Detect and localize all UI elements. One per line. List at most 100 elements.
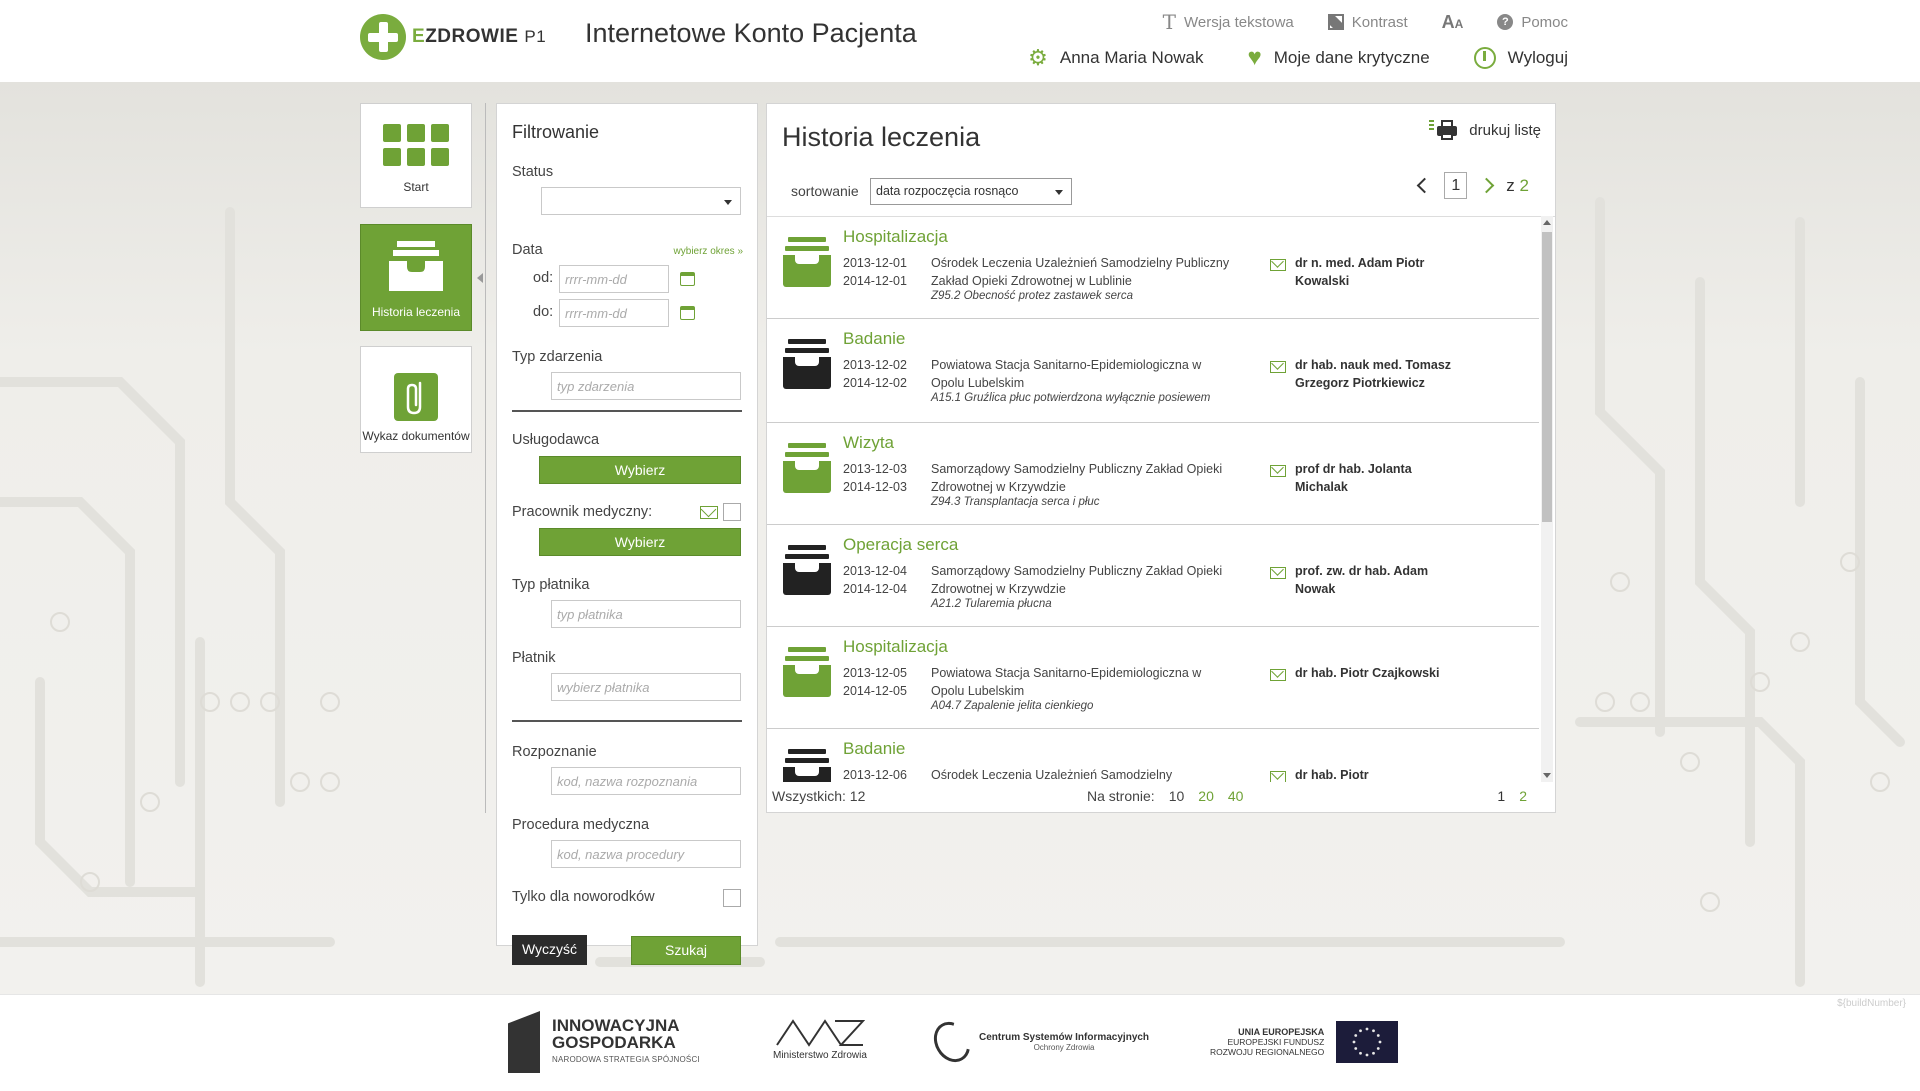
- previous-page-icon[interactable]: [1417, 177, 1433, 194]
- print-list-button[interactable]: drukuj listę: [1429, 120, 1541, 140]
- inbox-tray-icon: [783, 749, 831, 782]
- history-item[interactable]: Operacja serca 2013-12-04 2014-12-04 Samorz…: [767, 525, 1539, 627]
- event-type-link[interactable]: Badanie: [843, 739, 905, 759]
- payer-input[interactable]: wybierz płatnika: [551, 673, 741, 701]
- nav-tile-documents[interactable]: Wykaz dokumentów: [360, 346, 472, 453]
- payer-label: Płatnik: [512, 650, 556, 666]
- choose-provider-button[interactable]: Wybierz: [539, 456, 741, 484]
- nav-tile-history-label: Historia leczenia: [371, 305, 461, 319]
- swirl-icon: [926, 1015, 978, 1069]
- logout-link[interactable]: Wyloguj: [1473, 46, 1568, 70]
- nav-tile-history[interactable]: Historia leczenia: [360, 224, 472, 331]
- per-page-option-40[interactable]: 40: [1228, 788, 1244, 804]
- diagnosis-text: Z95.2 Obecność protez zastawek serca: [931, 290, 1133, 302]
- critical-data-link[interactable]: ♥ Moje dane krytyczne: [1248, 46, 1430, 70]
- event-end-date: 2014-12-01: [843, 274, 907, 288]
- search-button[interactable]: Szukaj: [631, 936, 741, 965]
- history-list-items: Hospitalizacja 2013-12-01 2014-12-01 Ośrode…: [767, 217, 1539, 782]
- event-start-date: 2013-12-06: [843, 768, 907, 782]
- event-dates: 2013-12-05 2014-12-05: [843, 664, 907, 700]
- calendar-icon[interactable]: [680, 306, 695, 320]
- calendar-icon[interactable]: [680, 272, 695, 286]
- text-version-link[interactable]: T Wersja tekstowa: [1163, 10, 1294, 34]
- diagnosis-text: A15.1 Gruźlica płuc potwierdzona wyłączn…: [931, 392, 1211, 404]
- envelope-icon[interactable]: [1270, 567, 1286, 579]
- envelope-icon[interactable]: [1270, 771, 1286, 782]
- page-link-2[interactable]: 2: [1519, 788, 1527, 804]
- font-size-link[interactable]: AA: [1442, 10, 1464, 34]
- event-end-date: 2014-12-04: [843, 582, 907, 596]
- scrollbar-thumb[interactable]: [1542, 232, 1552, 522]
- event-start-date: 2013-12-02: [843, 358, 907, 372]
- grid-icon: [383, 124, 449, 166]
- envelope-icon[interactable]: [1270, 669, 1286, 681]
- choose-period-link[interactable]: wybierz okres »: [674, 246, 743, 257]
- event-dates: 2013-12-02 2014-12-02: [843, 356, 907, 392]
- user-settings-link[interactable]: ⚙ Anna Maria Nowak: [1028, 46, 1203, 70]
- filter-divider: [512, 410, 742, 412]
- nav-tile-start-label: Start: [403, 180, 429, 194]
- doctor-name: dr hab. Piotr Czajkowski: [1295, 666, 1440, 680]
- provider-name: Powiatowa Stacja Sanitarno-Epidemiologic…: [931, 666, 1202, 698]
- history-item[interactable]: Hospitalizacja 2013-12-01 2014-12-01 Ośrode…: [767, 217, 1539, 319]
- status-select[interactable]: [541, 187, 741, 215]
- newborns-checkbox[interactable]: [723, 889, 741, 907]
- next-page-icon[interactable]: [1479, 177, 1495, 194]
- event-type-link[interactable]: Operacja serca: [843, 535, 958, 555]
- per-page-option-10[interactable]: 10: [1169, 788, 1185, 804]
- medical-cross-icon: [360, 14, 406, 60]
- date-to-input[interactable]: rrrr-mm-dd: [559, 299, 669, 327]
- history-item[interactable]: Badanie 2013-12-06 Ośrodek Leczenia Uzależ…: [767, 729, 1539, 782]
- event-type-link[interactable]: Hospitalizacja: [843, 637, 948, 657]
- event-dates: 2013-12-01 2014-12-01: [843, 254, 907, 290]
- filter-title: Filtrowanie: [512, 122, 600, 142]
- ezdrowie-logo[interactable]: EZDROWIE P1: [360, 14, 546, 60]
- filter-divider: [512, 720, 742, 722]
- contrast-label: Kontrast: [1351, 13, 1408, 31]
- event-type-link[interactable]: Hospitalizacja: [843, 227, 948, 247]
- critical-data-label: Moje dane krytyczne: [1273, 48, 1430, 67]
- nav-separator: [485, 103, 486, 813]
- payer-type-label: Typ płatnika: [512, 577, 590, 593]
- envelope-icon[interactable]: [1270, 361, 1286, 373]
- diagnosis-text: A21.2 Tularemia płucna: [931, 598, 1052, 610]
- event-end-date: 2014-12-03: [843, 480, 907, 494]
- footer: ${buildNumber} INNOWACYJNA GOSPODARKA NA…: [0, 994, 1920, 1091]
- power-icon: [1473, 47, 1496, 69]
- sort-label: sortowanie: [791, 183, 859, 199]
- per-page-option-20[interactable]: 20: [1198, 788, 1214, 804]
- medical-worker-checkbox[interactable]: [723, 503, 741, 521]
- diagnosis-input[interactable]: kod, nazwa rozpoznania: [551, 767, 741, 795]
- sort-select[interactable]: data rozpoczęcia rosnąco: [870, 178, 1072, 205]
- medical-worker-label: Pracownik medyczny:: [512, 504, 653, 520]
- choose-medical-worker-button[interactable]: Wybierz: [539, 528, 741, 556]
- event-type-link[interactable]: Badanie: [843, 329, 905, 349]
- envelope-icon[interactable]: [1270, 259, 1286, 271]
- nav-tile-start[interactable]: Start: [360, 103, 472, 208]
- app-title: Internetowe Konto Pacjenta: [585, 18, 917, 48]
- pagination-top: 1 z 2: [1417, 172, 1529, 199]
- envelope-icon[interactable]: [1270, 465, 1286, 477]
- event-type-link[interactable]: Wizyta: [843, 433, 894, 453]
- event-type-input[interactable]: typ zdarzenia: [551, 372, 741, 400]
- payer-type-input[interactable]: typ płatnika: [551, 600, 741, 628]
- page-link-1[interactable]: 1: [1497, 788, 1505, 804]
- procedure-input[interactable]: kod, nazwa procedury: [551, 840, 741, 868]
- date-from-input[interactable]: rrrr-mm-dd: [559, 265, 669, 293]
- logout-label: Wyloguj: [1507, 48, 1568, 67]
- help-link[interactable]: ? Pomoc: [1497, 10, 1568, 34]
- scroll-down-icon[interactable]: [1543, 773, 1551, 778]
- history-item[interactable]: Badanie 2013-12-02 2014-12-02 Powiatowa Sta…: [767, 319, 1539, 423]
- clear-button[interactable]: Wyczyść: [512, 935, 587, 965]
- history-item[interactable]: Hospitalizacja 2013-12-05 2014-12-05 Powiat…: [767, 627, 1539, 729]
- history-item[interactable]: Wizyta 2013-12-03 2014-12-03 Samorządowy Sa…: [767, 423, 1539, 525]
- list-scrollbar[interactable]: [1541, 216, 1553, 782]
- current-page-input[interactable]: 1: [1444, 172, 1468, 199]
- nav-tile-documents-label: Wykaz dokumentów: [362, 429, 470, 443]
- font-size-icon: AA: [1441, 11, 1464, 32]
- event-dates: 2013-12-06: [843, 766, 907, 782]
- contrast-link[interactable]: Kontrast: [1327, 10, 1408, 34]
- print-list-label: drukuj listę: [1469, 121, 1541, 139]
- scroll-up-icon[interactable]: [1543, 220, 1551, 225]
- event-start-date: 2013-12-04: [843, 564, 907, 578]
